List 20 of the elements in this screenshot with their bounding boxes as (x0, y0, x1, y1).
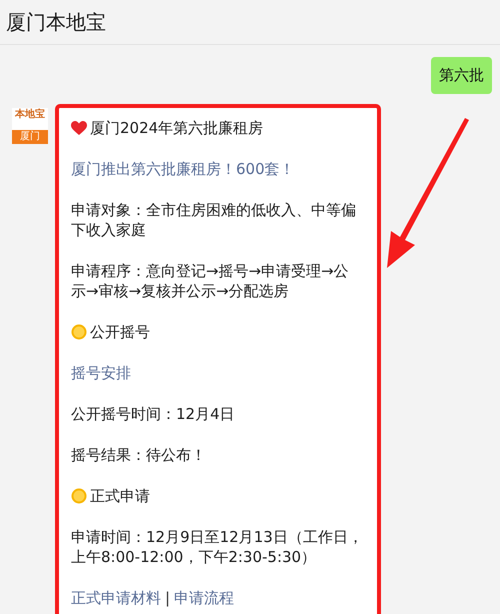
chat-title: 厦门本地宝 (6, 8, 106, 36)
message-paragraph: 摇号结果：待公布！ (71, 445, 206, 465)
message-paragraph: 公开摇号时间：12月4日 (71, 404, 235, 424)
article-link[interactable]: 正式申请材料 (71, 588, 161, 608)
sun-icon (71, 488, 87, 504)
link-separator: | (165, 588, 170, 608)
article-link[interactable]: 摇号安排 (71, 363, 131, 383)
message-paragraph: 申请程序：意向登记→摇号→申请受理→公 示→审核→复核并公示→分配选房 (71, 261, 349, 301)
section-heading: 厦门2024年第六批廉租房 (90, 118, 264, 138)
account-avatar[interactable]: 本地宝 厦门 (12, 108, 48, 144)
heart-icon (71, 120, 87, 136)
section-heading: 正式申请 (90, 486, 150, 506)
arrow-icon (385, 118, 471, 270)
sent-message-bubble: 第六批 (431, 57, 492, 94)
section-heading: 公开摇号 (90, 322, 150, 342)
article-link[interactable]: 申请流程 (174, 588, 234, 608)
message-paragraph: 申请对象：全市住房困难的低收入、中等偏 下收入家庭 (71, 200, 356, 240)
sun-icon (71, 324, 87, 340)
article-link[interactable]: 厦门推出第六批廉租房！600套！ (71, 159, 295, 179)
message-paragraph: 申请时间：12月9日至12月13日（工作日， 上午8:00-12:00，下午2:30-5:30） (71, 527, 363, 567)
